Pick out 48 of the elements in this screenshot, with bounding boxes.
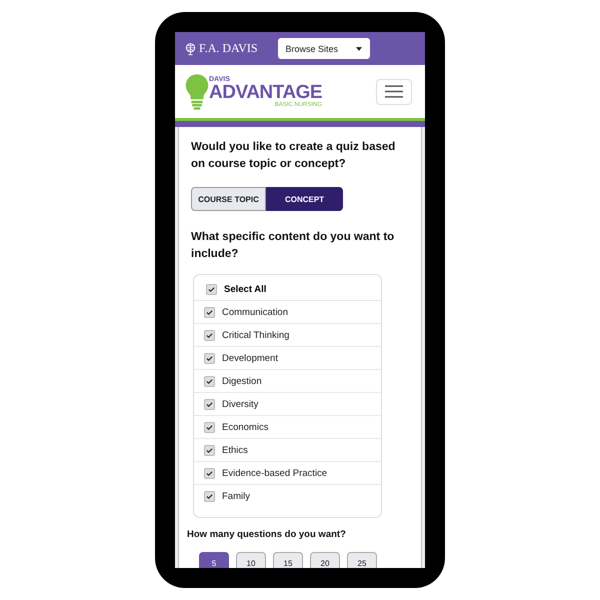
topic-label: Economics <box>222 422 268 432</box>
check-icon <box>206 446 213 454</box>
check-icon <box>206 492 213 500</box>
checkbox[interactable] <box>204 306 215 318</box>
check-icon <box>206 400 213 408</box>
count-option[interactable]: 15 <box>273 552 303 568</box>
checkbox[interactable] <box>204 398 215 410</box>
check-icon <box>208 286 215 293</box>
brand-name: F.A. DAVIS <box>199 41 258 56</box>
check-icon <box>206 470 213 476</box>
question-text: How many questions do you want? <box>187 529 347 540</box>
topic-label: Ethics <box>222 444 248 456</box>
count-option[interactable]: 20 <box>310 552 340 568</box>
check-icon <box>206 308 213 316</box>
toggle-option[interactable]: CONCEPT <box>266 187 343 211</box>
checkbox[interactable] <box>204 376 215 386</box>
checkbox[interactable] <box>204 468 215 478</box>
topic-label: Critical Thinking <box>222 330 290 340</box>
toggle-option[interactable]: COURSE TOPIC <box>191 187 266 211</box>
question-text: What specific content do you want to include? <box>191 230 396 262</box>
checkbox[interactable] <box>204 422 215 432</box>
check-icon <box>206 424 213 430</box>
menu-button[interactable] <box>376 78 412 104</box>
topic-label: Diversity <box>222 398 258 410</box>
count-option[interactable]: 5 <box>199 552 229 568</box>
menu-icon <box>385 85 403 98</box>
question-text: Would you like to create a quiz based on course topic or concept? <box>191 140 396 172</box>
lightbulb-icon <box>185 72 209 110</box>
topic-label: Family <box>222 490 250 502</box>
check-icon <box>206 378 213 384</box>
checkbox[interactable] <box>206 284 217 295</box>
count-option[interactable]: 25 <box>347 552 377 568</box>
topic-label: Communication <box>222 306 288 318</box>
select-all-label: Select All <box>224 284 266 295</box>
logo-advantage: ADVANTAGE <box>209 82 322 102</box>
checkbox[interactable] <box>204 352 215 364</box>
checkbox[interactable] <box>204 490 215 502</box>
caret-icon <box>356 46 362 50</box>
globe-icon <box>185 41 196 56</box>
browse-sites-dropdown[interactable]: Browse Sites <box>278 38 370 59</box>
topic-label: Evidence-based Practice <box>222 468 328 478</box>
count-option[interactable]: 10 <box>236 552 266 568</box>
check-icon <box>206 332 213 338</box>
check-icon <box>206 354 213 362</box>
checkbox[interactable] <box>204 444 215 456</box>
checkbox[interactable] <box>204 330 215 340</box>
topic-label: Development <box>222 352 278 364</box>
topic-label: Digestion <box>222 376 262 386</box>
